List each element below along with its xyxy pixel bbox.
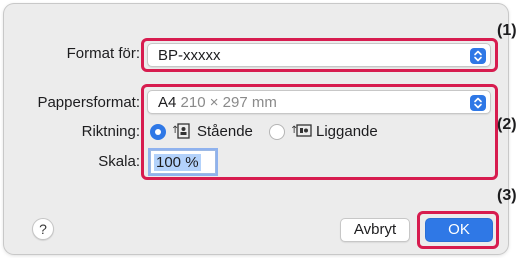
- portrait-radio[interactable]: [150, 124, 166, 140]
- paper-size-popup[interactable]: A4 210 × 297 mm: [147, 90, 491, 114]
- format-for-label: Format för:: [66, 45, 140, 62]
- callout-label-2: (2): [497, 116, 517, 133]
- format-for-value: BP-xxxxx: [158, 47, 221, 64]
- popup-stepper-icon: [470, 48, 486, 64]
- popup-stepper-icon: [470, 95, 486, 111]
- scale-value: 100 %: [154, 154, 201, 171]
- callout-label-3: (3): [497, 187, 517, 204]
- orientation-label: Riktning:: [81, 123, 140, 140]
- paper-size-dimensions: 210 × 297 mm: [180, 94, 277, 111]
- portrait-orientation-icon: ↑: [171, 121, 193, 146]
- ok-button[interactable]: OK: [425, 218, 493, 242]
- landscape-radio[interactable]: [269, 124, 285, 140]
- landscape-orientation-icon: ↑: [290, 121, 314, 146]
- scale-input[interactable]: 100 %: [150, 150, 216, 174]
- callout-label-1: (1): [497, 22, 517, 39]
- format-for-popup[interactable]: BP-xxxxx: [147, 43, 491, 67]
- cancel-button[interactable]: Avbryt: [340, 218, 410, 242]
- help-button[interactable]: ?: [32, 218, 54, 240]
- landscape-label: Liggande: [316, 123, 378, 140]
- scale-label: Skala:: [98, 153, 140, 170]
- paper-size-value: A4: [158, 94, 177, 111]
- paper-size-label: Pappersformat:: [37, 94, 140, 111]
- portrait-label: Stående: [197, 123, 253, 140]
